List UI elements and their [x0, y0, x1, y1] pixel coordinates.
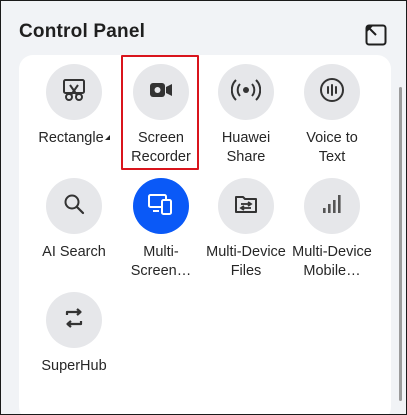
tile-circle [218, 64, 274, 120]
tile-multi-device-mobile[interactable]: Multi-Device Mobile… [289, 178, 375, 281]
superhub-icon [61, 305, 87, 336]
tile-huawei-share[interactable]: Huawei Share [203, 64, 289, 167]
control-panel-window: Control Panel Rectangle Screen Recorder … [0, 0, 407, 415]
selection-highlight [121, 55, 199, 170]
folder-transfer-icon [233, 192, 259, 221]
edit-icon[interactable] [363, 22, 389, 48]
tile-label: Voice to Text [306, 130, 358, 165]
tile-superhub[interactable]: SuperHub [31, 292, 117, 376]
page-title: Control Panel [19, 21, 146, 42]
dropdown-caret-icon[interactable] [104, 135, 110, 140]
tile-voice-to-text[interactable]: Voice to Text [289, 64, 375, 167]
scrollbar[interactable] [399, 87, 402, 401]
tile-label: AI Search [42, 244, 106, 260]
tile-label: Multi-Device Mobile… [292, 244, 372, 279]
tile-rectangle[interactable]: Rectangle [31, 64, 117, 148]
tile-circle [46, 292, 102, 348]
wireless-share-icon [230, 78, 262, 107]
tile-circle [304, 178, 360, 234]
tile-label: Multi-Device Files [206, 244, 286, 279]
tile-label: Huawei Share [221, 130, 271, 165]
tile-circle [304, 64, 360, 120]
multi-screen-icon [147, 192, 175, 221]
tile-circle [218, 178, 274, 234]
voice-wave-icon [319, 77, 345, 108]
tile-multi-device-files[interactable]: Multi-Device Files [203, 178, 289, 281]
signal-bars-icon [320, 192, 344, 221]
tile-circle-active [133, 178, 189, 234]
tile-ai-search[interactable]: AI Search [31, 178, 117, 262]
tile-circle [46, 64, 102, 120]
tile-label: Multi- Screen… [130, 244, 192, 279]
search-icon [62, 192, 86, 221]
scissors-screenshot-icon [61, 77, 87, 108]
tile-circle [46, 178, 102, 234]
tile-label: Rectangle [38, 130, 104, 146]
tile-label: SuperHub [41, 358, 107, 374]
tile-multi-screen[interactable]: Multi- Screen… [118, 178, 204, 281]
